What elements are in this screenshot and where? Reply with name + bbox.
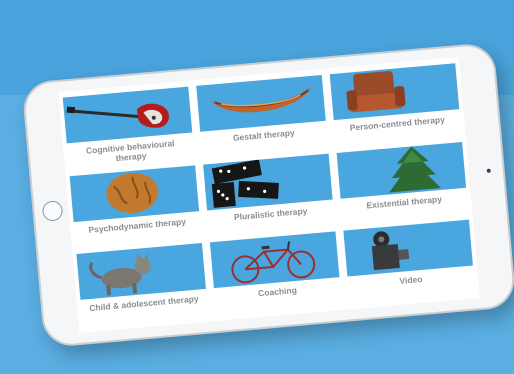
therapy-tile-label: Video — [399, 274, 423, 287]
therapy-tile-image[interactable] — [196, 74, 326, 132]
video-camera-icon — [371, 231, 410, 271]
walnut-icon — [106, 172, 159, 213]
therapy-tile-label: Gestalt therapy — [232, 127, 296, 143]
therapy-tile-image[interactable] — [336, 141, 467, 199]
therapy-tile-existential[interactable]: Existential therapy — [336, 141, 469, 227]
therapy-tile-image[interactable] — [329, 63, 460, 121]
tree-icon — [389, 146, 442, 193]
therapy-tile-image[interactable] — [209, 231, 340, 289]
canoe-icon — [210, 85, 312, 113]
guitar-icon — [66, 103, 169, 128]
bicycle-icon — [231, 241, 316, 284]
dominoes-icon — [211, 158, 279, 208]
cat-icon — [89, 252, 151, 296]
therapy-tile-pluralistic[interactable]: Pluralistic therapy — [203, 153, 335, 238]
therapy-tile-label: Existential therapy — [366, 193, 443, 211]
therapy-tile-video[interactable]: Video — [343, 219, 475, 305]
therapy-tile-coaching[interactable]: Coaching — [209, 231, 342, 317]
therapy-tile-image[interactable] — [69, 164, 200, 222]
camera-icon — [486, 168, 491, 173]
therapy-tile-image[interactable] — [62, 86, 193, 144]
therapy-tile-label: Pluralistic therapy — [233, 205, 308, 222]
therapy-tile-child-adolescent[interactable]: Child & adolescent therapy — [76, 243, 208, 328]
therapy-tile-psychodynamic[interactable]: Psychodynamic therapy — [69, 164, 202, 250]
therapy-grid: Cognitive behavioural therapy Gestalt th… — [62, 63, 476, 328]
therapy-tile-gestalt[interactable]: Gestalt therapy — [196, 74, 328, 160]
tablet-device: Cognitive behavioural therapy Gestalt th… — [21, 41, 514, 349]
home-button[interactable] — [41, 200, 64, 222]
therapy-tile-image[interactable] — [343, 219, 473, 277]
therapy-tile-person-centred[interactable]: Person-centred therapy — [329, 63, 462, 148]
therapy-tile-image[interactable] — [76, 243, 206, 301]
therapy-tile-image[interactable] — [203, 153, 333, 211]
therapy-tile-cbt[interactable]: Cognitive behavioural therapy — [62, 86, 195, 172]
tablet-screen: Cognitive behavioural therapy Gestalt th… — [58, 56, 480, 334]
therapy-tile-label: Coaching — [257, 285, 298, 299]
armchair-icon — [346, 71, 406, 113]
